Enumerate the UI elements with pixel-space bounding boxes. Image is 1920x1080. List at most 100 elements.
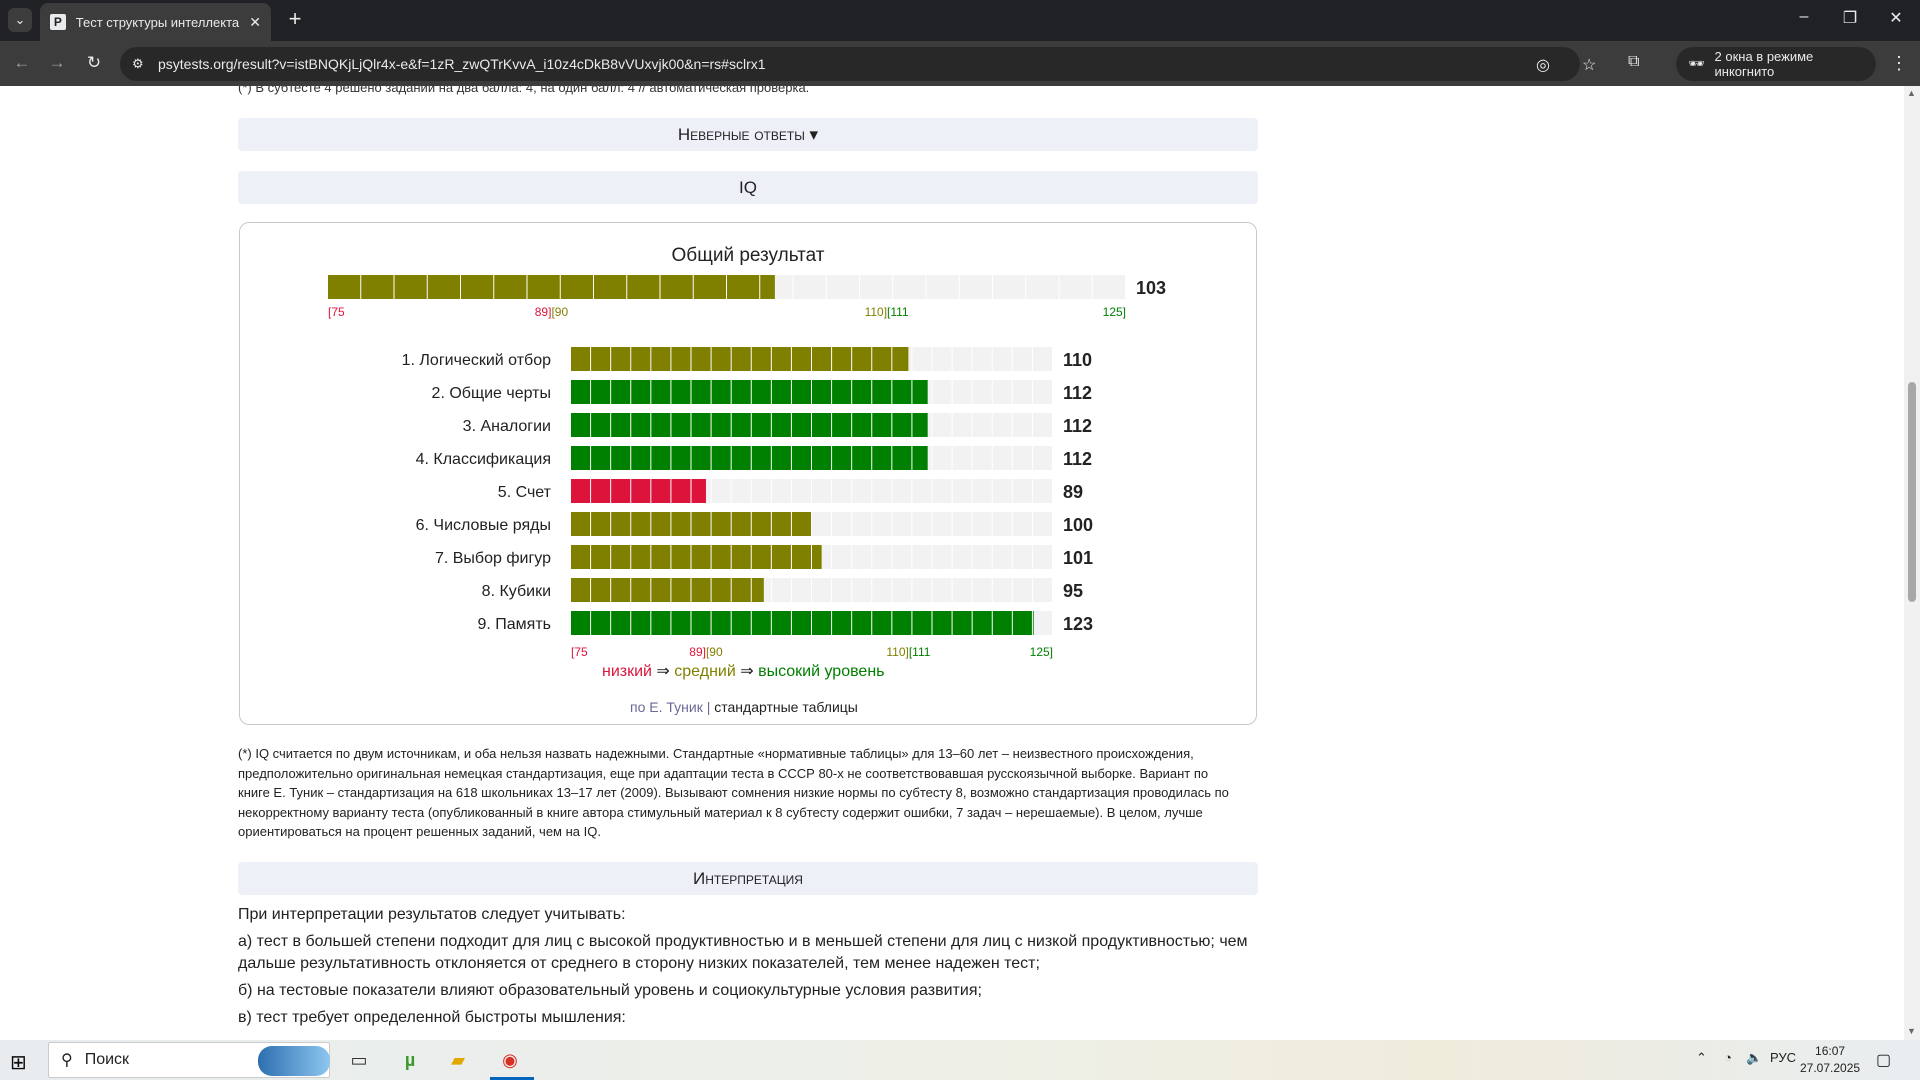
subtest-track-segment bbox=[952, 512, 972, 536]
subtest-track-segment bbox=[992, 347, 1012, 371]
subtest-bar-segment bbox=[872, 611, 892, 635]
browser-tab[interactable]: P Тест структуры интеллекта Ам ✕ bbox=[40, 3, 271, 41]
file-explorer-icon[interactable]: ▰ bbox=[443, 1046, 473, 1074]
subtest-track-segment bbox=[731, 479, 751, 503]
iq-chart: 103 [75 89][90 110][111 125] 1. Логический от… bbox=[328, 275, 1166, 659]
subtest-bar-segment bbox=[771, 413, 791, 437]
subtest-label: 5. Счет bbox=[498, 484, 552, 501]
subtest-bar-segment bbox=[872, 413, 892, 437]
subtest-score: 123 bbox=[1063, 614, 1093, 634]
subtest-track-segment bbox=[751, 479, 771, 503]
incognito-icon: 🕶 bbox=[1688, 56, 1705, 71]
address-bar[interactable]: ⚙ psytests.org/result?v=istBNQKjLjQlr4x-… bbox=[120, 47, 1596, 81]
page-viewport: (*) В субтесте 4 решено заданий на два б… bbox=[0, 86, 1904, 1040]
legend-arrow: ⇒ bbox=[735, 663, 759, 680]
tab-search-chevron-icon[interactable]: ⌄ bbox=[8, 8, 32, 32]
menu-kebab-icon[interactable]: ⋮ bbox=[1890, 53, 1908, 74]
url-text[interactable]: psytests.org/result?v=istBNQKjLjQlr4x-e&… bbox=[158, 56, 766, 72]
scroll-thumb[interactable] bbox=[1908, 382, 1916, 602]
subtest-bar-segment bbox=[791, 545, 811, 569]
back-arrow-icon[interactable]: ← bbox=[10, 53, 34, 73]
subtest-bar-segment bbox=[892, 347, 909, 371]
subtest-track-segment bbox=[912, 512, 932, 536]
overall-tick-label: 125] bbox=[1103, 305, 1126, 319]
subtest-bar-segment bbox=[651, 479, 671, 503]
subtest-track-segment bbox=[1032, 347, 1052, 371]
overall-bar-segment bbox=[627, 275, 660, 299]
subtest-bar-segment bbox=[671, 512, 691, 536]
wrong-answers-toggle[interactable]: Неверные ответы ▾ bbox=[238, 118, 1258, 151]
credit-author-link[interactable]: по Е. Туник bbox=[630, 699, 703, 715]
search-icon: ⚲ bbox=[61, 1052, 73, 1069]
subtest-score: 110 bbox=[1063, 350, 1092, 370]
site-info-icon[interactable]: ⚙ bbox=[132, 56, 144, 72]
bookmark-star-icon[interactable]: ☆ bbox=[1582, 55, 1596, 75]
overall-bar-segment bbox=[494, 275, 527, 299]
incognito-indicator[interactable]: 🕶 2 окна в режиме инкогнито bbox=[1676, 47, 1876, 81]
subtest-label: 6. Числовые ряды bbox=[416, 517, 551, 534]
subtest-bar-segment bbox=[731, 347, 751, 371]
subtest-track-segment bbox=[932, 380, 952, 404]
task-view-icon[interactable]: ▭ bbox=[344, 1046, 374, 1074]
eye-off-icon[interactable]: ◎ bbox=[1536, 55, 1550, 75]
overall-bar-segment bbox=[760, 275, 775, 299]
scroll-up-icon[interactable]: ▲ bbox=[1907, 88, 1916, 98]
credit-tables-link[interactable]: стандартные таблицы bbox=[714, 699, 858, 715]
subtest-bar-segment bbox=[711, 545, 731, 569]
subtest-bar-segment bbox=[631, 347, 651, 371]
subtest-bar-segment bbox=[711, 611, 731, 635]
reload-icon[interactable]: ↻ bbox=[82, 53, 106, 73]
input-language[interactable]: РУС bbox=[1770, 1050, 1796, 1065]
scroll-down-icon[interactable]: ▼ bbox=[1907, 1026, 1916, 1036]
search-highlight-image[interactable] bbox=[258, 1046, 330, 1076]
subtest-score: 89 bbox=[1063, 482, 1083, 502]
volume-icon[interactable]: 🔈 bbox=[1746, 1050, 1762, 1066]
subtest-track-segment bbox=[972, 380, 992, 404]
overall-track-segment bbox=[1026, 275, 1059, 299]
subtest-track-segment bbox=[1032, 380, 1052, 404]
subtest-bar-segment bbox=[711, 347, 731, 371]
subtest-bar-segment bbox=[571, 545, 591, 569]
network-icon[interactable]: ◔ bbox=[1724, 1050, 1732, 1065]
minimize-icon[interactable]: – bbox=[1784, 8, 1824, 26]
subtest-bar-segment bbox=[832, 611, 852, 635]
new-tab-plus-icon[interactable]: + bbox=[282, 7, 308, 33]
subtest-bar-segment bbox=[731, 545, 751, 569]
subtest-bar-segment bbox=[852, 413, 872, 437]
subtest-track-segment bbox=[872, 545, 892, 569]
clock[interactable]: 16:07 27.07.2025 bbox=[1800, 1043, 1860, 1077]
subtest-score: 112 bbox=[1063, 383, 1092, 403]
subtest-bar-segment bbox=[791, 512, 811, 536]
interpretation-header[interactable]: Интерпретация bbox=[238, 862, 1258, 895]
subtest-bar-segment bbox=[591, 347, 611, 371]
close-window-icon[interactable]: ✕ bbox=[1876, 8, 1916, 28]
subtest-bar-segment bbox=[691, 446, 711, 470]
tray-chevron-icon[interactable]: ⌃ bbox=[1696, 1050, 1707, 1066]
forward-arrow-icon[interactable]: → bbox=[45, 53, 69, 73]
subtest-bar-segment bbox=[751, 545, 771, 569]
clock-date: 27.07.2025 bbox=[1800, 1061, 1861, 1075]
restore-icon[interactable]: ❐ bbox=[1830, 8, 1870, 28]
subtest-bar-segment bbox=[771, 380, 791, 404]
subtest-bar-segment bbox=[691, 545, 711, 569]
subtest-bar-segment bbox=[751, 611, 771, 635]
subtest-bar-segment bbox=[571, 380, 591, 404]
page-scrollbar[interactable]: ▲ ▼ bbox=[1904, 86, 1920, 1040]
subtest-bar-segment bbox=[892, 380, 912, 404]
utorrent-icon[interactable]: µ bbox=[395, 1046, 425, 1074]
notifications-icon[interactable]: ▢ bbox=[1876, 1050, 1891, 1070]
overall-bar-segment bbox=[727, 275, 760, 299]
subtest-bar-segment bbox=[671, 347, 691, 371]
chrome-icon[interactable]: ◉ bbox=[495, 1046, 525, 1074]
subtest-track-segment bbox=[1012, 545, 1032, 569]
tab-close-icon[interactable]: ✕ bbox=[249, 14, 261, 31]
extensions-icon[interactable]: ⧉ bbox=[1628, 53, 1639, 71]
iq-section-header[interactable]: IQ bbox=[238, 171, 1258, 204]
windows-start-icon[interactable]: ⊞ bbox=[10, 1050, 27, 1075]
subtest-bar-segment bbox=[832, 446, 852, 470]
subtest-bar-segment bbox=[691, 413, 711, 437]
legend-low: низкий bbox=[602, 663, 652, 680]
subtest-track-segment bbox=[972, 446, 992, 470]
subtest-track-segment bbox=[1012, 512, 1032, 536]
subtest-bar-segment bbox=[791, 413, 811, 437]
